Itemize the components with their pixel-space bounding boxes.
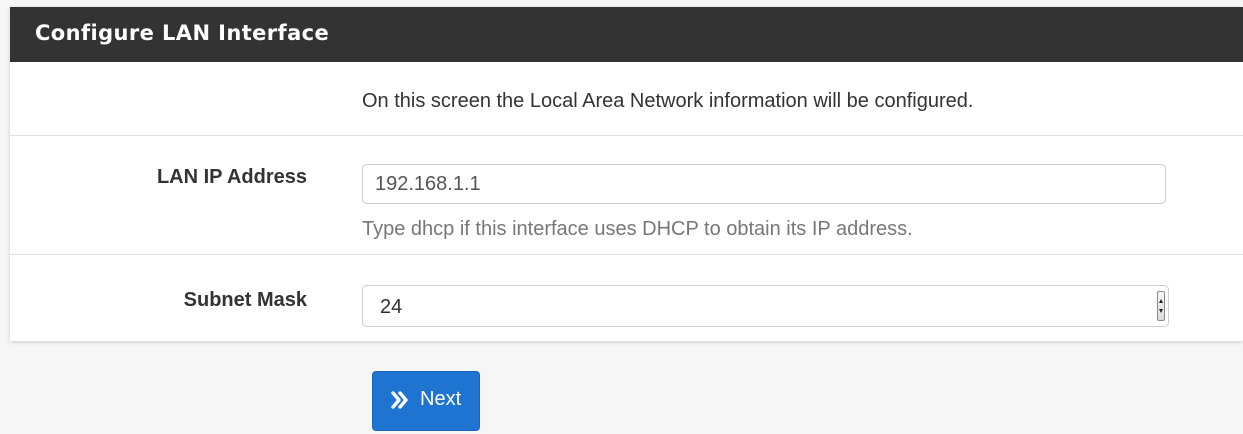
next-button[interactable]: Next [372,371,480,431]
subnet-mask-label: Subnet Mask [183,289,307,311]
subnet-mask-select[interactable]: 24 [362,285,1169,327]
lan-ip-input[interactable] [362,164,1166,204]
subnet-mask-selected-value: 24 [380,296,403,318]
configure-lan-panel: Configure LAN Interface On this screen t… [10,7,1243,341]
panel-description: On this screen the Local Area Network in… [362,90,974,112]
dropdown-arrow-icon[interactable] [1157,291,1165,321]
double-chevron-right-icon [391,391,408,409]
subnet-mask-row: Subnet Mask 24 [10,255,1243,341]
lan-ip-label: LAN IP Address [156,166,307,188]
lan-ip-row: LAN IP Address Type dhcp if this interfa… [10,136,1243,255]
panel-title: Configure LAN Interface [10,7,1243,62]
next-button-label: Next [420,388,462,410]
lan-ip-help-text: Type dhcp if this interface uses DHCP to… [362,218,913,240]
description-row: On this screen the Local Area Network in… [10,62,1243,136]
